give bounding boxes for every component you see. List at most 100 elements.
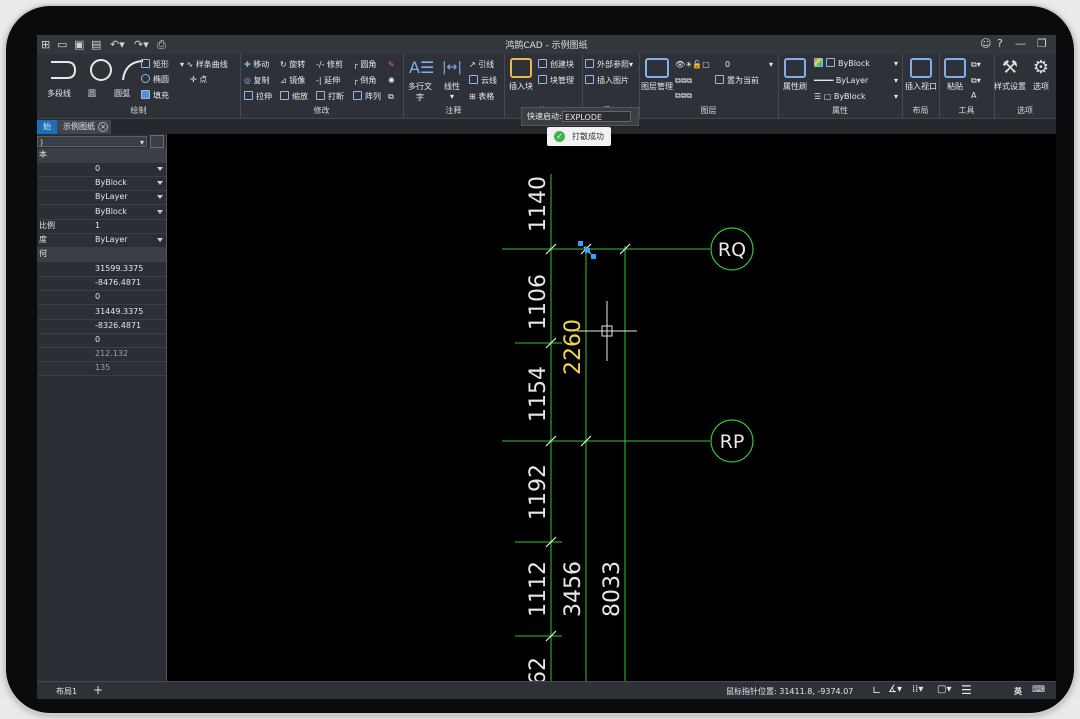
geometry-row[interactable]: -8476.4871	[37, 276, 166, 292]
layer-state-icons[interactable]: 👁☀🔓▢	[675, 59, 710, 71]
linetype-select[interactable]: ━━━━ ByLayer ▾	[814, 75, 898, 87]
minimize-icon[interactable]: —	[1015, 37, 1026, 50]
linear-dropdown-icon[interactable]: ▾	[439, 92, 465, 101]
lineweight-select[interactable]: ☰ ▢ ByBlock ▾	[814, 91, 898, 103]
restore-icon[interactable]: ❐	[1037, 37, 1047, 50]
fillet-button[interactable]: ╭ 圆角	[353, 59, 376, 71]
chevron-down-icon[interactable]	[157, 195, 163, 200]
dim-text-62[interactable]: 62	[526, 657, 551, 685]
dim-text-1112[interactable]: 1112	[526, 561, 551, 617]
layer-select[interactable]: 0 ▾	[725, 59, 773, 71]
close-icon[interactable]: ×	[98, 122, 108, 132]
create-block-button[interactable]: 创建块	[538, 59, 574, 71]
copy-button[interactable]: ◎ 复制	[244, 75, 270, 87]
geometry-row[interactable]: -8326.4871	[37, 319, 166, 334]
geometry-row[interactable]: 0	[37, 333, 166, 348]
dim-text-8033[interactable]: 8033	[600, 561, 625, 617]
geometry-row[interactable]: 31449.3375	[37, 305, 166, 320]
quick-select-icon[interactable]	[150, 135, 164, 148]
xref-button[interactable]: 外部参照▾	[585, 59, 633, 71]
menu-icon[interactable]: ☰	[961, 683, 972, 697]
geometry-row[interactable]: 135	[37, 361, 166, 377]
dim-text-2260[interactable]: 2260	[561, 319, 586, 375]
circle-button[interactable]: 圆	[88, 88, 96, 100]
add-layout-button[interactable]: +	[93, 683, 103, 697]
trim-button[interactable]: -/- 修剪	[316, 59, 343, 71]
dim-text-1192[interactable]: 1192	[526, 464, 551, 520]
geometry-row[interactable]: 0	[37, 290, 166, 306]
linear-dim-button[interactable]: |↔| 线性 ▾	[439, 58, 465, 101]
geometry-row[interactable]: 31599.3375	[37, 262, 166, 277]
set-current-button[interactable]: 置为当前	[715, 75, 759, 87]
insert-viewport-button[interactable]: 插入视口	[904, 58, 938, 92]
prop-row[interactable]: 比例 1	[37, 219, 166, 234]
rotate-button[interactable]: ↻ 旋转	[280, 59, 305, 71]
osnap-icon[interactable]: ▢▾	[937, 684, 951, 695]
polyline-button[interactable]: 多段线	[47, 88, 71, 100]
insert-image-button[interactable]: 插入图片	[585, 75, 629, 87]
layer-tools-row2-icons[interactable]: ⧉⧉⧉	[675, 90, 692, 102]
prop-row[interactable]: 度 ByLayer	[37, 233, 166, 248]
help-icon[interactable]: ?	[997, 37, 1003, 50]
chevron-down-icon[interactable]	[157, 181, 163, 186]
spline-button[interactable]: ▾ ∿ 样条曲线	[180, 59, 228, 71]
scale-button[interactable]: 缩放	[280, 91, 308, 103]
ellipse-button[interactable]: 椭圆	[141, 74, 169, 86]
block-manage-button[interactable]: 块管理	[538, 75, 574, 87]
section-geometry[interactable]: 何	[37, 247, 166, 262]
break-button[interactable]: 打断	[316, 91, 344, 103]
dim-text-1106[interactable]: 1106	[526, 274, 551, 330]
tab-drawing[interactable]: 示例图纸 ×	[57, 120, 111, 134]
quick-launch-input[interactable]: EXPLODE	[562, 111, 631, 122]
match-prop-button[interactable]: 属性刷	[780, 58, 810, 92]
insert-block-button[interactable]: 插入块	[507, 58, 535, 92]
prop-row[interactable]: ByBlock	[37, 176, 166, 192]
chamfer-button[interactable]: ╭ 倒角	[353, 75, 376, 87]
geometry-row[interactable]: 212.132	[37, 347, 166, 363]
revcloud-button[interactable]: 云线	[469, 75, 497, 87]
selection-grips[interactable]	[578, 241, 596, 259]
section-basic[interactable]: 本	[37, 148, 166, 163]
cut-icon[interactable]: ⧉▾	[971, 75, 981, 87]
extend-button[interactable]: -| 延伸	[316, 75, 340, 87]
move-button[interactable]: ✚ 移动	[244, 59, 269, 71]
explode-icon[interactable]: ✺	[388, 75, 395, 87]
arc-button[interactable]: 圆弧	[114, 88, 130, 100]
array-button[interactable]: 阵列	[353, 91, 381, 103]
ortho-icon[interactable]: ∟	[872, 684, 881, 697]
fill-button[interactable]: 填充	[141, 90, 169, 102]
tab-start[interactable]: 始	[37, 120, 57, 134]
leader-button[interactable]: ↗ 引线	[469, 59, 494, 71]
point-button[interactable]: ✛ 点	[190, 74, 207, 86]
color-select[interactable]: ByBlock ▾	[814, 58, 898, 70]
paste-special-icon[interactable]: A	[971, 90, 976, 102]
prop-row[interactable]: 0	[37, 162, 166, 177]
layer-manager-button[interactable]: 图层管理	[641, 58, 673, 92]
copy-clip-icon[interactable]: ⧉▾	[971, 59, 981, 71]
layout-tab[interactable]: 布局1	[56, 686, 77, 697]
drawing-canvas[interactable]: RQ RP 1140 1106 2260 1154 1192 1112 3456…	[167, 134, 1056, 685]
prop-row[interactable]: ByLayer	[37, 190, 166, 206]
keyboard-icon[interactable]: ⌨	[1032, 685, 1045, 695]
ime-indicator[interactable]: 英	[1014, 686, 1022, 697]
paste-button[interactable]: 粘贴	[941, 58, 969, 92]
style-settings-button[interactable]: ⚒ 样式设置	[994, 58, 1026, 92]
dim-text-1154[interactable]: 1154	[526, 366, 551, 422]
prop-row[interactable]: ByBlock	[37, 205, 166, 220]
mtext-button[interactable]: A☰ 多行文字	[405, 58, 435, 103]
dim-text-3456[interactable]: 3456	[561, 561, 586, 617]
dim-text-1140[interactable]: 1140	[526, 176, 551, 232]
options-button[interactable]: ⚙ 选项	[1028, 58, 1054, 92]
mirror-button[interactable]: ⊿ 镜像	[280, 75, 305, 87]
polar-icon[interactable]: ∡▾	[888, 684, 902, 695]
draw-shapes-icons[interactable]	[45, 58, 145, 82]
layer-tools-icons[interactable]: ⧉⧉⧉	[675, 75, 692, 87]
user-icon[interactable]: ☺	[980, 37, 991, 50]
chevron-down-icon[interactable]	[157, 167, 163, 171]
table-button[interactable]: ⊞ 表格	[469, 91, 494, 103]
offset-icon[interactable]: ⧉	[388, 91, 394, 103]
chevron-down-icon[interactable]	[157, 209, 163, 214]
erase-icon[interactable]: ✎	[388, 59, 395, 71]
object-type-select[interactable]: ) ▾	[37, 136, 147, 147]
stretch-button[interactable]: 拉伸	[244, 91, 272, 103]
